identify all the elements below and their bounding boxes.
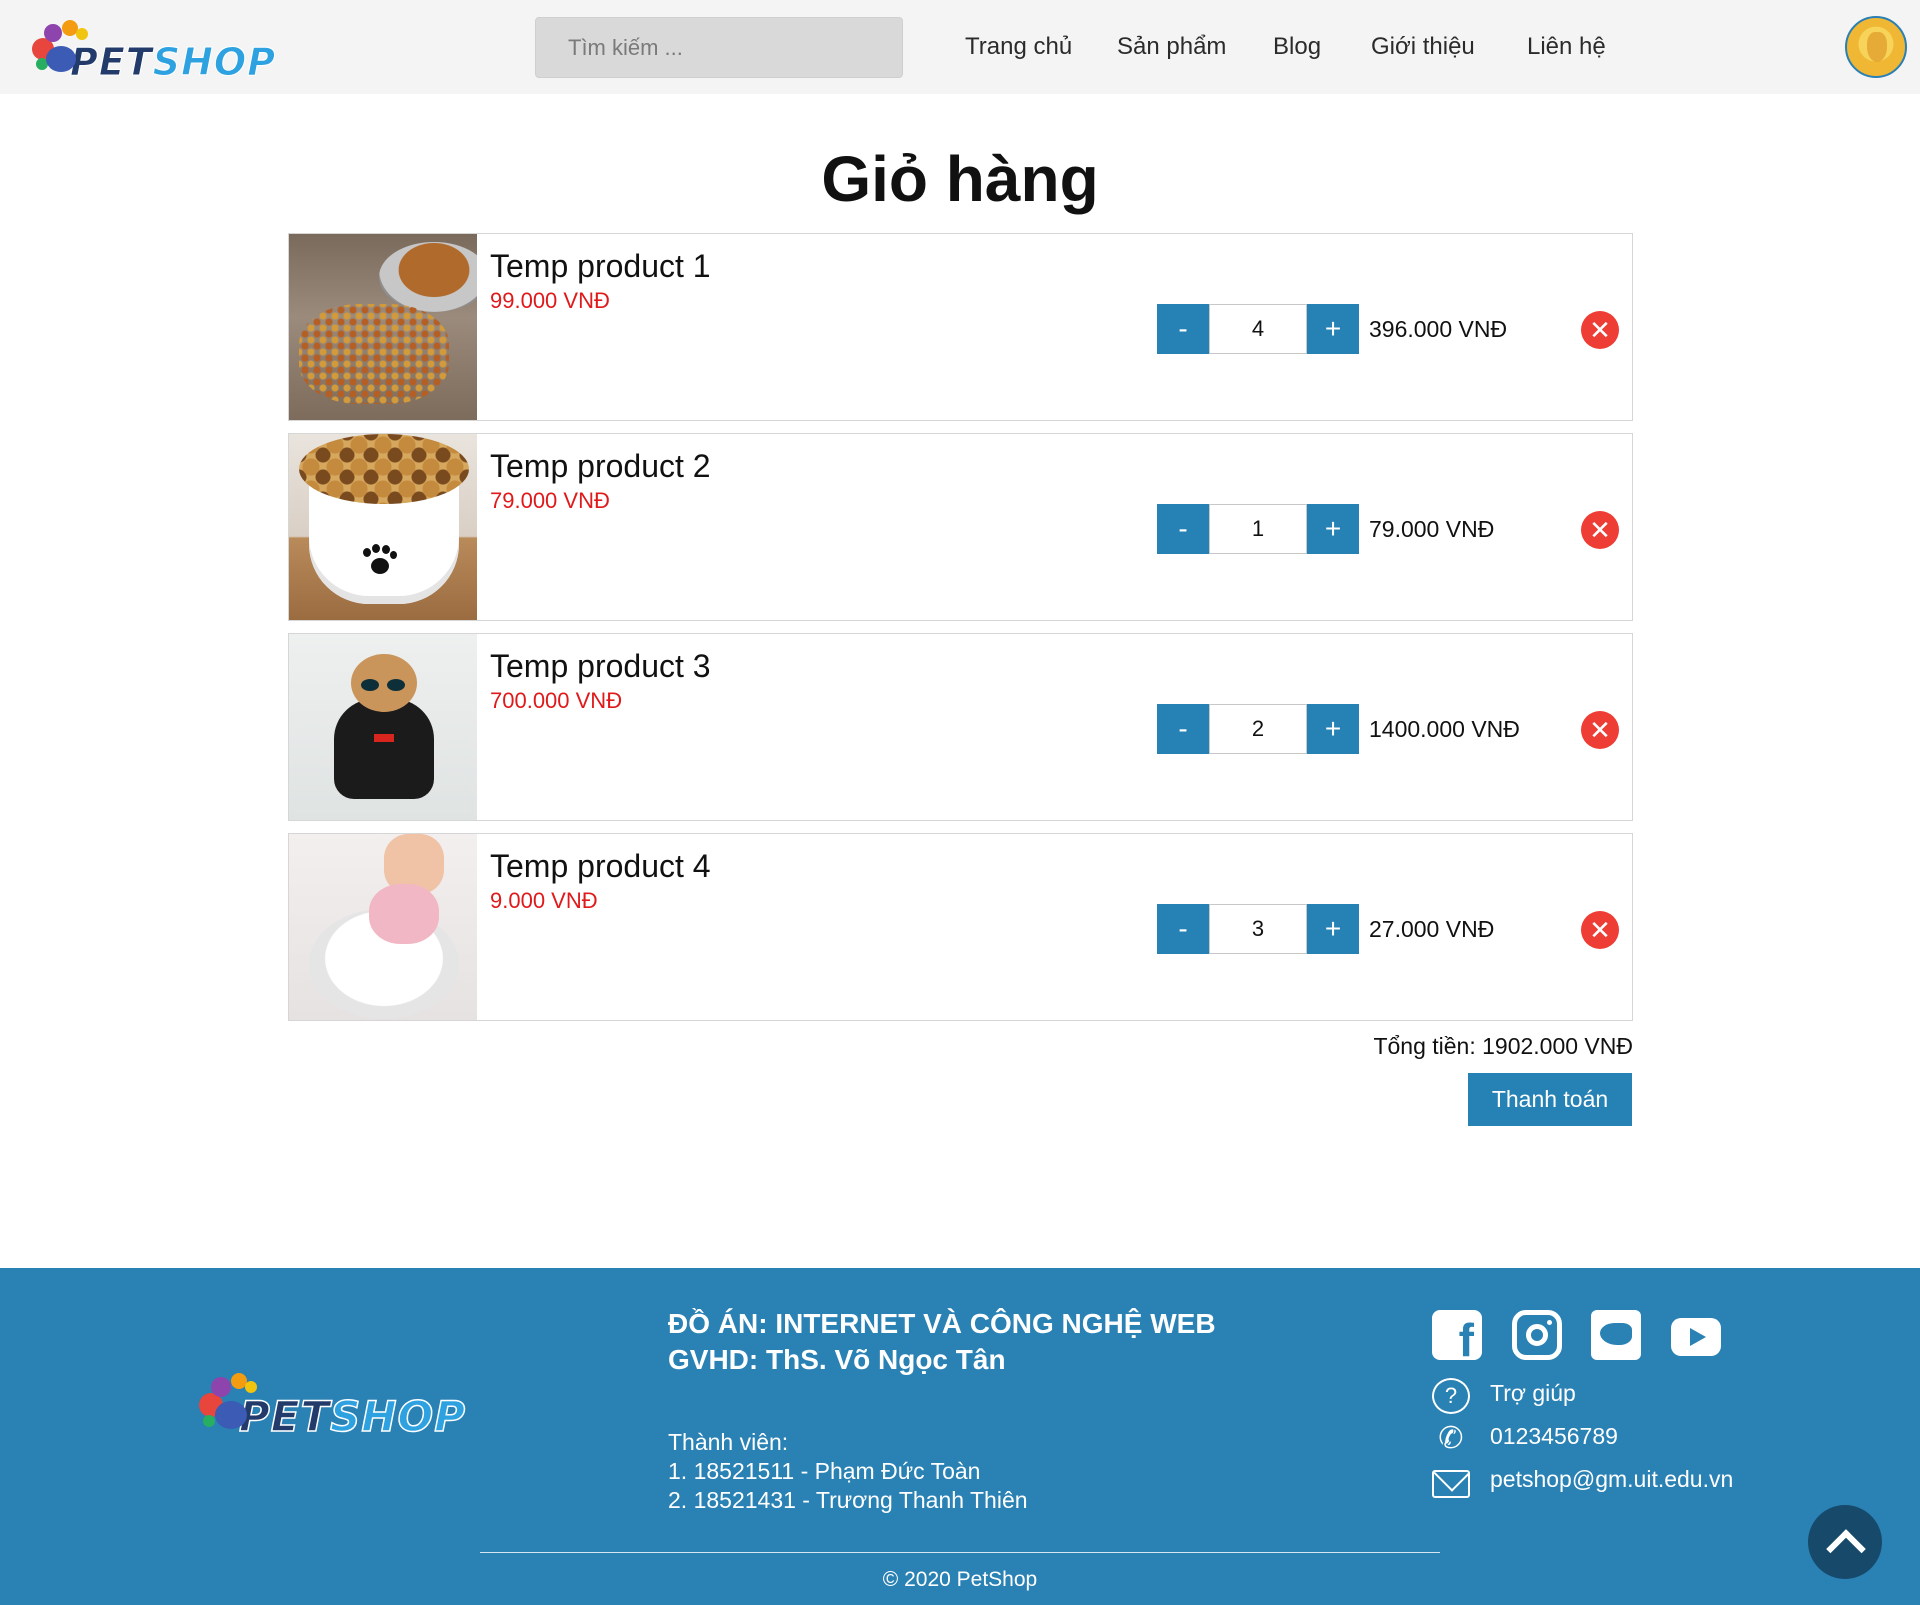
quantity-input[interactable]: 2 (1209, 704, 1307, 754)
increase-quantity-button[interactable]: + (1307, 704, 1359, 754)
nav-item-about[interactable]: Giới thiệu (1371, 33, 1475, 61)
instagram-icon[interactable] (1512, 1310, 1562, 1360)
product-image[interactable] (289, 234, 477, 420)
user-avatar[interactable] (1845, 16, 1907, 78)
product-name[interactable]: Temp product 4 (490, 848, 711, 885)
logo-wordmark: PETSHOP (238, 1391, 467, 1442)
product-price: 700.000 VNĐ (490, 688, 623, 713)
search-input[interactable]: Tìm kiếm ... (535, 17, 903, 78)
logo-text-shop: SHOP (329, 1391, 467, 1442)
site-header: PETSHOP Tìm kiếm ... Trang chủ Sản phẩm … (0, 0, 1920, 94)
paw-logo-icon (197, 1371, 257, 1429)
help-link[interactable]: Trợ giúp (1490, 1380, 1576, 1407)
email-address[interactable]: petshop@gm.uit.edu.vn (1490, 1466, 1733, 1493)
twitter-icon[interactable] (1591, 1310, 1641, 1360)
product-image[interactable] (289, 634, 477, 820)
product-image[interactable] (289, 434, 477, 620)
members-heading: Thành viên: (668, 1429, 789, 1455)
product-price: 99.000 VNĐ (490, 288, 610, 313)
project-title: ĐỒ ÁN: INTERNET VÀ CÔNG NGHỆ WEB GVHD: T… (668, 1306, 1216, 1378)
quantity-input[interactable]: 1 (1209, 504, 1307, 554)
remove-item-close-icon[interactable]: ✕ (1581, 511, 1619, 549)
product-price: 9.000 VNĐ (490, 888, 598, 913)
remove-item-close-icon[interactable]: ✕ (1581, 311, 1619, 349)
decrease-quantity-button[interactable]: - (1157, 504, 1209, 554)
footer-divider (480, 1552, 1440, 1553)
decrease-quantity-button[interactable]: - (1157, 904, 1209, 954)
nav-item-products[interactable]: Sản phẩm (1117, 33, 1226, 61)
nav-item-contact[interactable]: Liên hệ (1527, 33, 1606, 61)
scroll-to-top-chevron-up-icon[interactable] (1808, 1505, 1882, 1579)
quantity-input[interactable]: 3 (1209, 904, 1307, 954)
product-price: 79.000 VNĐ (490, 488, 610, 513)
project-course: ĐỒ ÁN: INTERNET VÀ CÔNG NGHỆ WEB (668, 1308, 1216, 1339)
product-image[interactable] (289, 834, 477, 1020)
nav-item-home[interactable]: Trang chủ (965, 33, 1072, 61)
cart-item: Temp product 4 9.000 VNĐ - 3 + 27.000 VN… (288, 833, 1633, 1021)
petshop-logo[interactable]: PETSHOP (30, 10, 277, 85)
facebook-icon[interactable]: f (1432, 1310, 1482, 1360)
copyright: © 2020 PetShop (882, 1568, 1038, 1591)
help-icon: ? (1432, 1378, 1470, 1414)
project-supervisor: GVHD: ThS. Võ Ngọc Tân (668, 1344, 1006, 1375)
line-total: 1400.000 VNĐ (1369, 716, 1520, 742)
logo-text-shop: SHOP (152, 40, 277, 85)
footer-petshop-logo[interactable]: PETSHOP (197, 1358, 467, 1442)
cart-total: Tổng tiền: 1902.000 VNĐ (1373, 1033, 1633, 1059)
decrease-quantity-button[interactable]: - (1157, 304, 1209, 354)
cart-item: Temp product 1 99.000 VNĐ - 4 + 396.000 … (288, 233, 1633, 421)
remove-item-close-icon[interactable]: ✕ (1581, 911, 1619, 949)
page-title: Giỏ hàng (821, 143, 1099, 215)
site-footer: PETSHOP ĐỒ ÁN: INTERNET VÀ CÔNG NGHỆ WEB… (0, 1268, 1920, 1605)
product-name[interactable]: Temp product 3 (490, 648, 711, 685)
increase-quantity-button[interactable]: + (1307, 504, 1359, 554)
increase-quantity-button[interactable]: + (1307, 904, 1359, 954)
line-total: 79.000 VNĐ (1369, 516, 1495, 542)
product-name[interactable]: Temp product 1 (490, 248, 711, 285)
member-item: 2. 18521431 - Trương Thanh Thiên (668, 1487, 1028, 1513)
checkout-button[interactable]: Thanh toán (1468, 1073, 1632, 1126)
mail-icon (1432, 1470, 1470, 1498)
remove-item-close-icon[interactable]: ✕ (1581, 711, 1619, 749)
cart-item: Temp product 3 700.000 VNĐ - 2 + 1400.00… (288, 633, 1633, 821)
line-total: 27.000 VNĐ (1369, 916, 1495, 942)
youtube-icon[interactable] (1671, 1318, 1721, 1356)
member-list: Thành viên: 1. 18521511 - Phạm Đức Toàn … (668, 1428, 1028, 1515)
member-item: 1. 18521511 - Phạm Đức Toàn (668, 1458, 981, 1484)
cart-item: Temp product 2 79.000 VNĐ - 1 + 79.000 V… (288, 433, 1633, 621)
line-total: 396.000 VNĐ (1369, 316, 1508, 342)
quantity-input[interactable]: 4 (1209, 304, 1307, 354)
nav-item-blog[interactable]: Blog (1273, 33, 1321, 61)
increase-quantity-button[interactable]: + (1307, 304, 1359, 354)
paw-logo-icon (30, 18, 88, 76)
phone-number[interactable]: 0123456789 (1490, 1423, 1618, 1450)
decrease-quantity-button[interactable]: - (1157, 704, 1209, 754)
logo-wordmark: PETSHOP (70, 40, 277, 85)
product-name[interactable]: Temp product 2 (490, 448, 711, 485)
phone-icon: ✆ (1438, 1422, 1464, 1455)
